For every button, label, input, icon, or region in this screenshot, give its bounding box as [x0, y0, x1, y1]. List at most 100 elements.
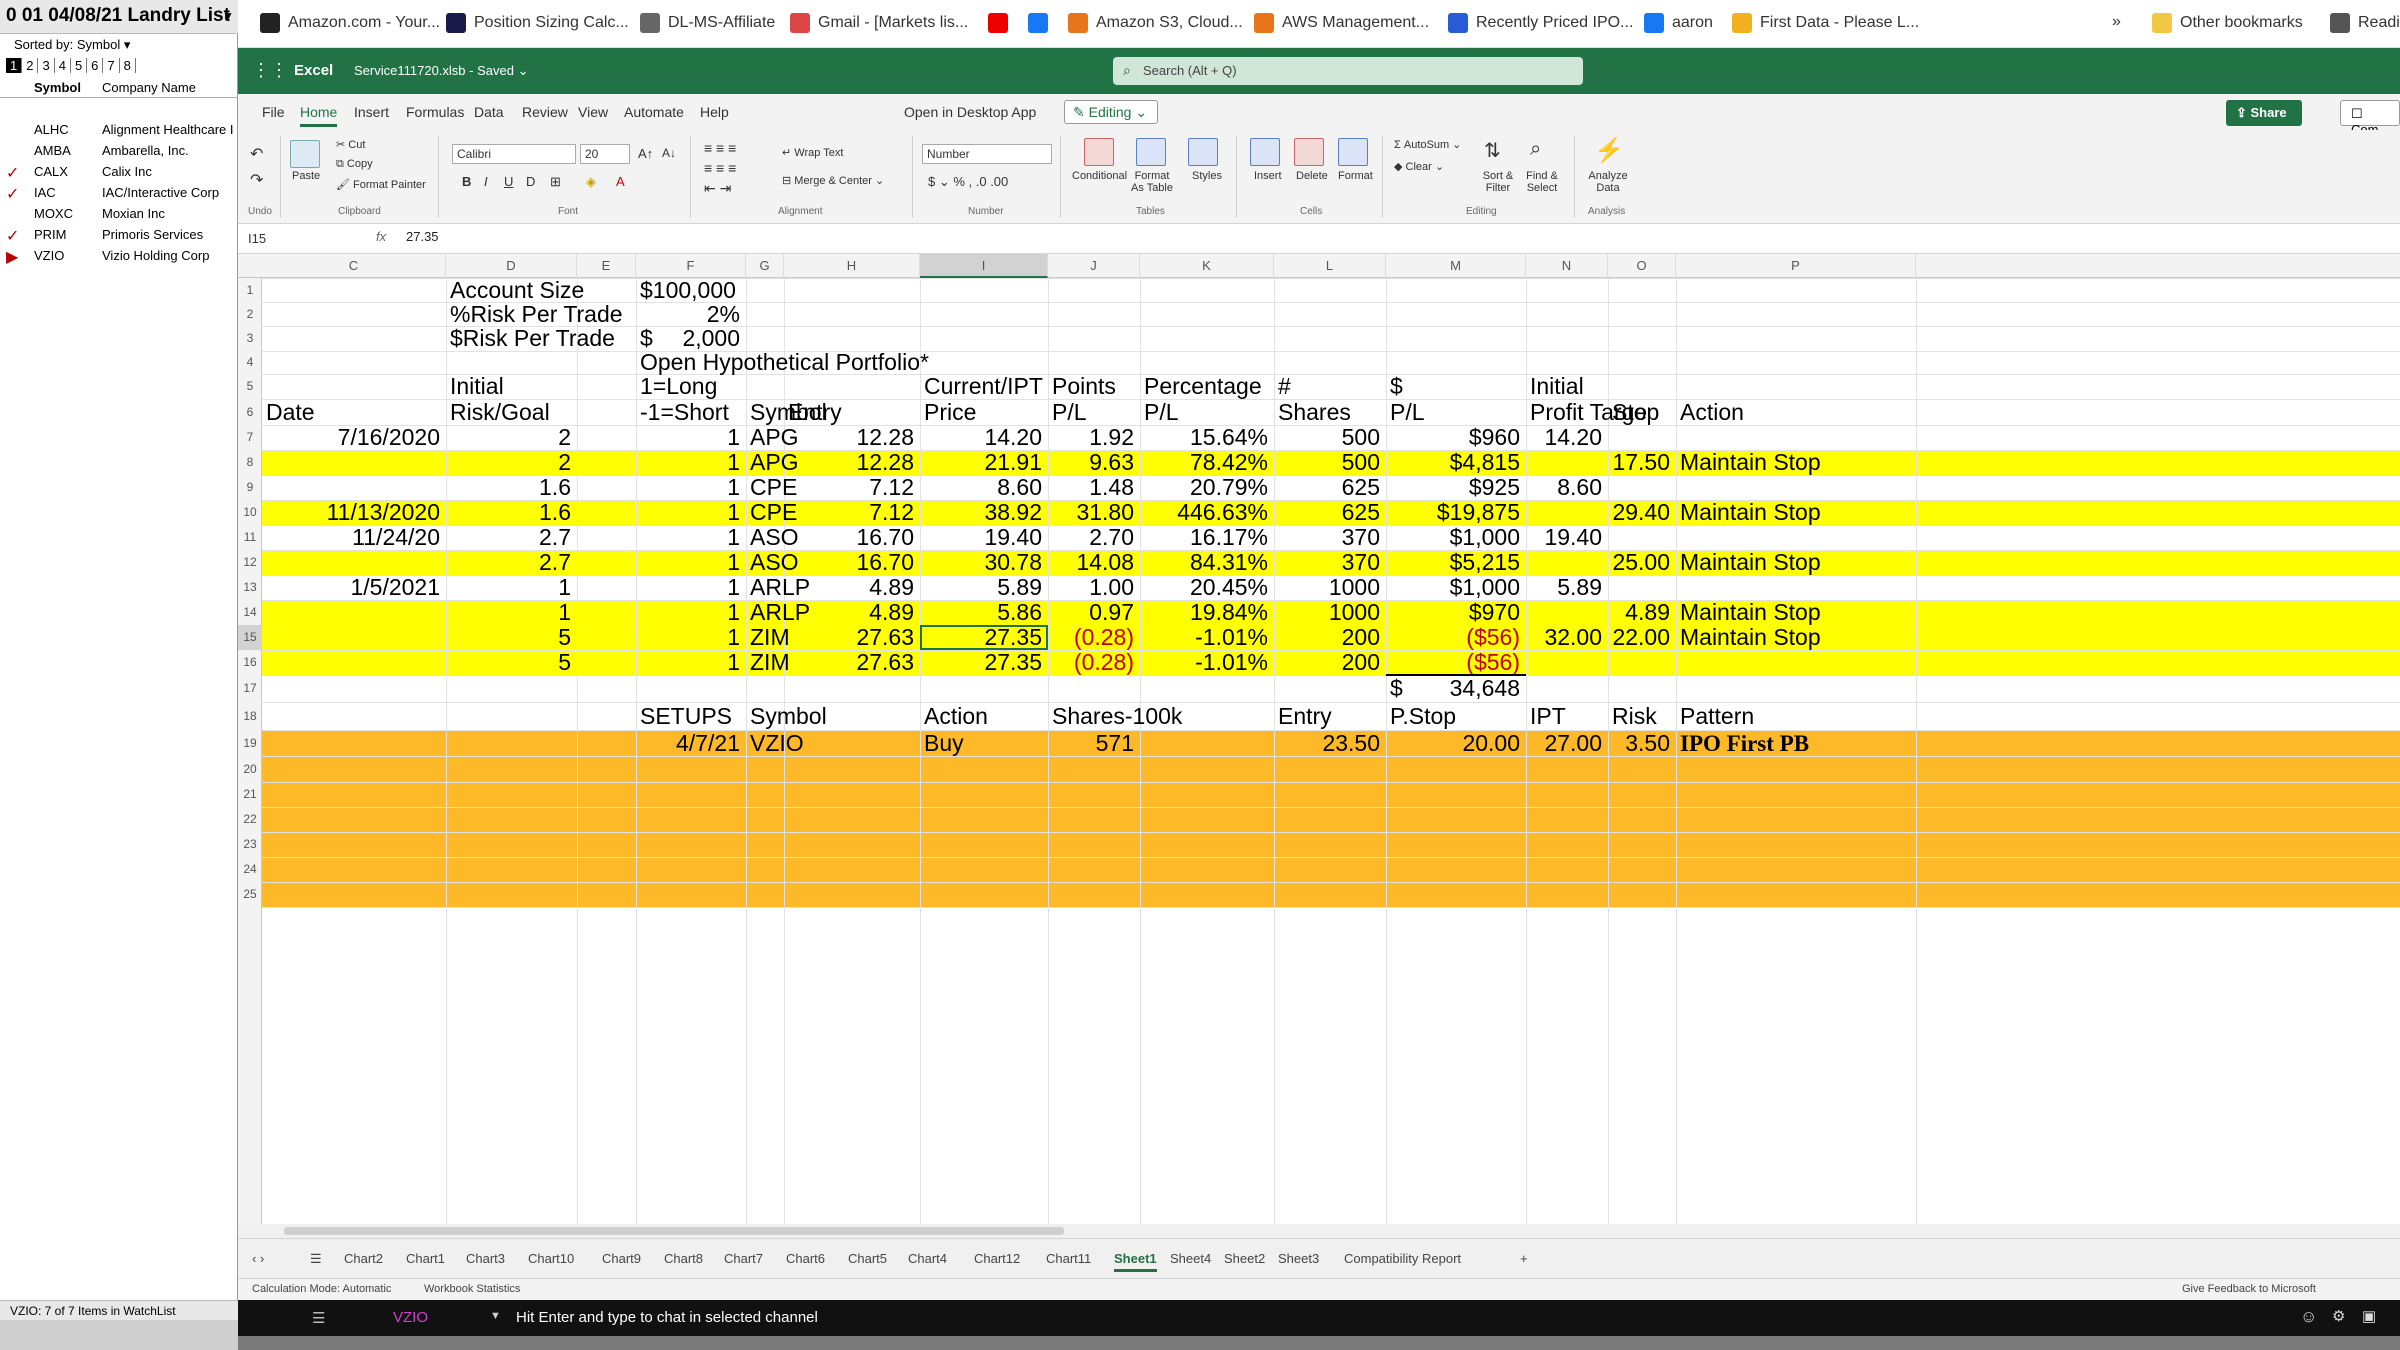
- bookmark-item[interactable]: »: [2112, 13, 2121, 31]
- trade-pl[interactable]: ($56): [1390, 651, 1520, 674]
- sheet-tab[interactable]: Chart3: [466, 1251, 505, 1266]
- row-header[interactable]: 25: [238, 882, 262, 907]
- trade-points[interactable]: 1.00: [1052, 576, 1134, 599]
- setup-pattern[interactable]: IPO First PB: [1680, 732, 1910, 755]
- trade-points[interactable]: 9.63: [1052, 451, 1134, 474]
- risk-dollar-value[interactable]: 2,000: [640, 327, 740, 350]
- row-header[interactable]: 15: [238, 625, 262, 650]
- risk-pct-value[interactable]: 2%: [640, 302, 740, 326]
- trade-symbol[interactable]: CPE: [750, 476, 797, 499]
- watchlist-page-tab[interactable]: 1: [6, 58, 23, 73]
- trade-percent[interactable]: -1.01%: [1144, 651, 1268, 674]
- setup-risk[interactable]: 3.50: [1612, 731, 1670, 755]
- find-select-button[interactable]: Find & Select: [1522, 170, 1562, 194]
- delete-cells-button[interactable]: Delete: [1296, 170, 1328, 182]
- tab-help[interactable]: Help: [700, 104, 729, 120]
- tab-view[interactable]: View: [578, 104, 608, 120]
- sheet-tab[interactable]: Chart5: [848, 1251, 887, 1266]
- trade-pl[interactable]: $4,815: [1390, 451, 1520, 474]
- column-header[interactable]: P: [1676, 254, 1916, 278]
- row-header[interactable]: 7: [238, 425, 262, 450]
- trade-entry[interactable]: 16.70: [788, 526, 914, 549]
- watchlist-row[interactable]: ✓ CALX Calix Inc: [0, 162, 238, 183]
- emoji-icon[interactable]: ☺: [2300, 1307, 2317, 1327]
- trade-shares[interactable]: 1000: [1278, 576, 1380, 599]
- tab-file[interactable]: File: [262, 104, 285, 120]
- sheet-tab[interactable]: Sheet1: [1114, 1251, 1157, 1272]
- tab-automate[interactable]: Automate: [624, 104, 684, 120]
- trade-direction[interactable]: 1: [640, 426, 740, 449]
- row-header[interactable]: 22: [238, 807, 262, 832]
- bold-icon[interactable]: B: [462, 174, 471, 189]
- row-header[interactable]: 19: [238, 730, 262, 756]
- trade-entry[interactable]: 7.12: [788, 501, 914, 524]
- trade-points[interactable]: (0.28): [1052, 651, 1134, 674]
- column-header[interactable]: O: [1608, 254, 1676, 278]
- row-header[interactable]: 8: [238, 450, 262, 475]
- setup-entry[interactable]: 23.50: [1278, 731, 1380, 755]
- all-sheets-icon[interactable]: ☰: [310, 1251, 322, 1267]
- wrap-text-button[interactable]: ↵ Wrap Text: [782, 146, 843, 159]
- trade-pl[interactable]: $1,000: [1390, 526, 1520, 549]
- trade-risk[interactable]: 5: [450, 651, 571, 674]
- column-header[interactable]: H: [784, 254, 920, 278]
- insert-cells-button[interactable]: Insert: [1254, 170, 1282, 182]
- trade-date[interactable]: 7/16/2020: [266, 426, 440, 449]
- trade-shares[interactable]: 625: [1278, 476, 1380, 499]
- trade-direction[interactable]: 1: [640, 651, 740, 674]
- sheet-tab[interactable]: Chart2: [344, 1251, 383, 1266]
- risk-dollar-label[interactable]: $Risk Per Trade: [450, 327, 630, 350]
- row-header[interactable]: 24: [238, 857, 262, 882]
- trade-symbol[interactable]: ARLP: [750, 601, 810, 624]
- chat-channel[interactable]: VZIO: [393, 1309, 428, 1326]
- trade-risk[interactable]: 2: [450, 426, 571, 449]
- tab-data[interactable]: Data: [474, 104, 504, 120]
- column-header[interactable]: G: [746, 254, 784, 278]
- trade-action[interactable]: Maintain Stop: [1680, 501, 1910, 524]
- col-company[interactable]: Company Name: [102, 80, 196, 95]
- trade-risk[interactable]: 1: [450, 601, 571, 624]
- trade-direction[interactable]: 1: [640, 551, 740, 574]
- trade-shares[interactable]: 370: [1278, 551, 1380, 574]
- watchlist-row[interactable]: AMBA Ambarella, Inc.: [0, 141, 238, 162]
- row-header[interactable]: 21: [238, 782, 262, 807]
- analyze-data-button[interactable]: Analyze Data: [1588, 170, 1628, 194]
- column-title[interactable]: Risk/Goal: [450, 400, 571, 424]
- trade-direction[interactable]: 1: [640, 576, 740, 599]
- column-header[interactable]: L: [1274, 254, 1386, 278]
- row-header[interactable]: 2: [238, 302, 262, 326]
- trade-percent[interactable]: 84.31%: [1144, 551, 1268, 574]
- column-title[interactable]: Entry: [788, 400, 914, 424]
- currency-icon[interactable]: $ ⌄ % , .0 .00: [928, 174, 1008, 190]
- trade-points[interactable]: 1.92: [1052, 426, 1134, 449]
- trade-risk[interactable]: 1: [450, 576, 571, 599]
- underline-icon[interactable]: U: [504, 174, 513, 189]
- format-cells-icon[interactable]: [1338, 138, 1368, 166]
- tab-home[interactable]: Home: [300, 104, 338, 127]
- portfolio-title[interactable]: Open Hypothetical Portfolio*: [640, 351, 1042, 374]
- trade-shares[interactable]: 500: [1278, 451, 1380, 474]
- trade-price[interactable]: 5.86: [924, 601, 1042, 624]
- sheet-tab[interactable]: Chart9: [602, 1251, 641, 1266]
- row-header[interactable]: 13: [238, 575, 262, 600]
- bookmark-item[interactable]: Position Sizing Calc...: [446, 13, 629, 33]
- trade-target[interactable]: 14.20: [1530, 426, 1602, 449]
- trade-pl[interactable]: $19,875: [1390, 501, 1520, 524]
- column-title[interactable]: Current/IPT: [924, 375, 1043, 398]
- sheet-tab[interactable]: Chart10: [528, 1251, 574, 1266]
- trade-symbol[interactable]: ZIM: [750, 626, 790, 649]
- trade-percent[interactable]: 19.84%: [1144, 601, 1268, 624]
- trade-points[interactable]: 14.08: [1052, 551, 1134, 574]
- trade-percent[interactable]: 20.79%: [1144, 476, 1268, 499]
- trade-shares[interactable]: 1000: [1278, 601, 1380, 624]
- account-size-value[interactable]: $100,000: [640, 278, 740, 302]
- setup-ipt[interactable]: 27.00: [1530, 731, 1602, 755]
- bookmark-item[interactable]: Amazon S3, Cloud...: [1068, 13, 1243, 33]
- setup-column-title[interactable]: Action: [924, 704, 1042, 728]
- watchlist-page-tab[interactable]: 4: [55, 58, 71, 73]
- trade-symbol[interactable]: APG: [750, 451, 799, 474]
- column-title[interactable]: Symbol: [750, 400, 827, 424]
- row-header[interactable]: 12: [238, 550, 262, 575]
- row-header[interactable]: 5: [238, 374, 262, 399]
- watchlist-page-tab[interactable]: 5: [71, 58, 88, 73]
